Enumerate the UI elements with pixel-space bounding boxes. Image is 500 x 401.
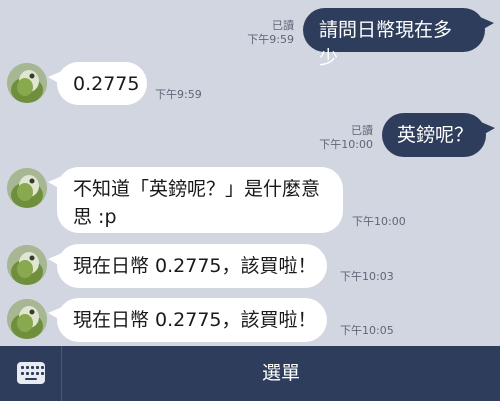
bottom-bar: 選單: [0, 346, 500, 401]
frog-avatar-icon: [7, 245, 47, 285]
message-timestamp: 下午9:59: [247, 33, 294, 46]
menu-button[interactable]: 選單: [62, 346, 500, 401]
contact-avatar[interactable]: [7, 245, 47, 285]
frog-avatar-icon: [7, 168, 47, 208]
message-text-line: 思 :p: [73, 206, 117, 228]
message-timestamp: 下午10:03: [340, 270, 394, 283]
message-text-line: 不知道「英鎊呢？」是什麼意: [73, 178, 321, 200]
chat-area[interactable]: 已讀 下午9:59 請問日幣現在多少 0.2775 下午9:59 已讀 下午10…: [0, 0, 500, 346]
keyboard-icon: [17, 362, 45, 384]
incoming-message-bubble[interactable]: 現在日幣 0.2775，該買啦！: [48, 244, 327, 288]
read-receipt: 已讀: [272, 19, 294, 32]
message-timestamp: 下午10:00: [352, 215, 406, 228]
read-receipt: 已讀: [351, 124, 373, 137]
frog-avatar-icon: [7, 299, 47, 339]
contact-avatar[interactable]: [7, 168, 47, 208]
contact-avatar[interactable]: [7, 63, 47, 103]
incoming-message-bubble[interactable]: 現在日幣 0.2775，該買啦！: [48, 298, 327, 342]
contact-avatar[interactable]: [7, 299, 47, 339]
incoming-message-bubble[interactable]: 不知道「英鎊呢？」是什麼意 思 :p: [48, 167, 343, 233]
outgoing-message-bubble[interactable]: 英鎊呢？: [382, 113, 495, 157]
incoming-message-bubble[interactable]: 0.2775: [48, 62, 147, 105]
outgoing-message-bubble[interactable]: 請問日幣現在多少: [303, 8, 494, 69]
message-timestamp: 下午9:59: [155, 88, 202, 101]
message-timestamp: 下午10:05: [340, 324, 394, 337]
frog-avatar-icon: [7, 63, 47, 103]
keyboard-toggle-button[interactable]: [0, 346, 62, 401]
message-timestamp: 下午10:00: [319, 138, 373, 151]
